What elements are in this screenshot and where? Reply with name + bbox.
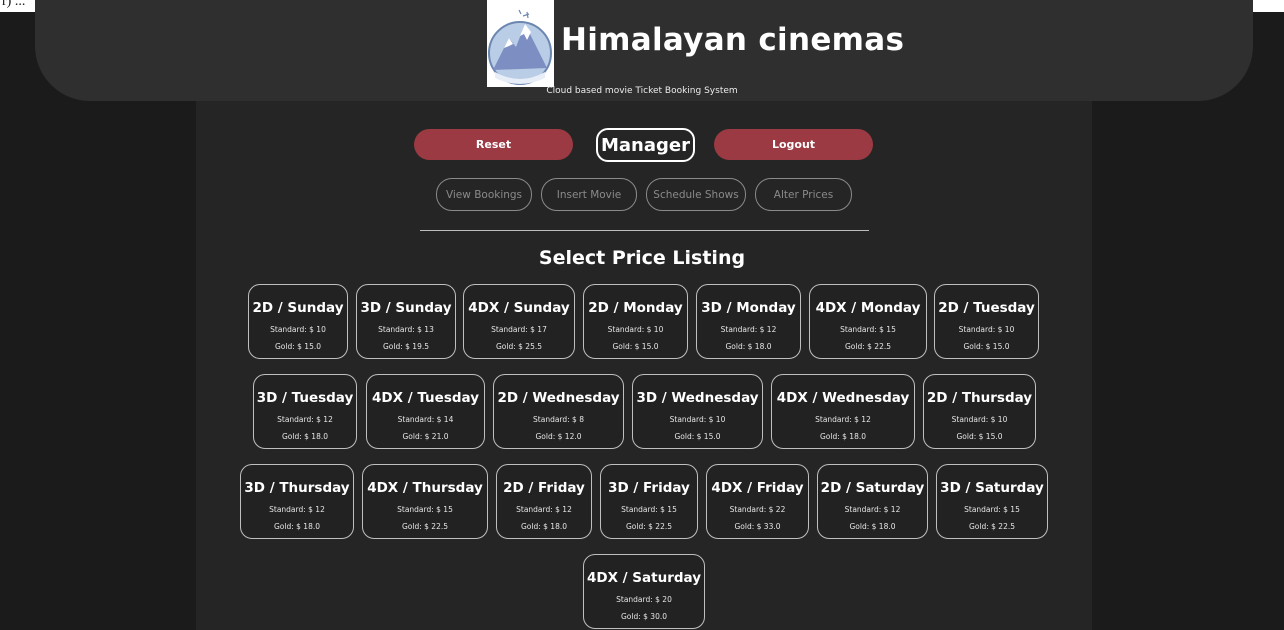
price-card-standard: Standard: $ 10 xyxy=(951,415,1008,424)
price-card-gold: Gold: $ 21.0 xyxy=(402,432,449,441)
price-card[interactable]: 4DX / Tuesday Standard: $ 14 Gold: $ 21.… xyxy=(366,374,485,449)
price-card-gold: Gold: $ 15.0 xyxy=(956,432,1003,441)
price-card-gold: Gold: $ 30.0 xyxy=(620,612,667,621)
price-card-title: 2D / Wednesday xyxy=(497,390,620,406)
price-card-gold: Gold: $ 18.0 xyxy=(849,522,896,531)
price-card-gold: Gold: $ 22.5 xyxy=(401,522,448,531)
price-card-title: 4DX / Wednesday xyxy=(776,390,910,406)
logout-button[interactable]: Logout xyxy=(714,129,873,160)
price-card[interactable]: 3D / Wednesday Standard: $ 10 Gold: $ 15… xyxy=(632,374,763,449)
price-card[interactable]: 2D / Wednesday Standard: $ 8 Gold: $ 12.… xyxy=(493,374,624,449)
price-card-gold: Gold: $ 18.0 xyxy=(281,432,328,441)
price-card-gold: Gold: $ 18.0 xyxy=(273,522,320,531)
price-card-standard: Standard: $ 13 xyxy=(378,325,434,334)
price-card-gold: Gold: $ 22.5 xyxy=(625,522,672,531)
price-card[interactable]: 2D / Tuesday Standard: $ 10 Gold: $ 15.0 xyxy=(934,284,1039,359)
price-card-title: 4DX / Sunday xyxy=(468,300,570,316)
price-card[interactable]: 4DX / Saturday Standard: $ 20 Gold: $ 30… xyxy=(583,554,705,629)
price-card-title: 4DX / Saturday xyxy=(586,570,702,586)
price-card-title: 3D / Sunday xyxy=(360,300,452,316)
price-card[interactable]: 4DX / Thursday Standard: $ 15 Gold: $ 22… xyxy=(362,464,488,539)
price-card-title: 4DX / Friday xyxy=(711,480,804,496)
price-card-gold: Gold: $ 15.0 xyxy=(612,342,659,351)
price-card-standard: Standard: $ 17 xyxy=(491,325,547,334)
schedule-shows-button[interactable]: Schedule Shows xyxy=(646,178,746,211)
price-card-standard: Standard: $ 12 xyxy=(516,505,572,514)
price-card-gold: Gold: $ 22.5 xyxy=(968,522,1015,531)
price-card-gold: Gold: $ 15.0 xyxy=(274,342,321,351)
price-card-gold: Gold: $ 12.0 xyxy=(535,432,582,441)
price-card-title: 3D / Friday xyxy=(608,480,690,496)
price-card-title: 4DX / Thursday xyxy=(367,480,483,496)
price-card-standard: Standard: $ 12 xyxy=(720,325,777,334)
price-card[interactable]: 3D / Thursday Standard: $ 12 Gold: $ 18.… xyxy=(240,464,354,539)
price-card-title: 2D / Friday xyxy=(503,480,585,496)
price-card-standard: Standard: $ 10 xyxy=(270,325,326,334)
price-card-standard: Standard: $ 22 xyxy=(729,505,786,514)
price-card-gold: Gold: $ 19.5 xyxy=(382,342,429,351)
price-card[interactable]: 2D / Sunday Standard: $ 10 Gold: $ 15.0 xyxy=(248,284,348,359)
price-card-title: 2D / Sunday xyxy=(252,300,344,316)
price-card[interactable]: 4DX / Monday Standard: $ 15 Gold: $ 22.5 xyxy=(809,284,927,359)
price-card-gold: Gold: $ 15.0 xyxy=(674,432,721,441)
price-card[interactable]: 2D / Monday Standard: $ 10 Gold: $ 15.0 xyxy=(583,284,688,359)
price-card-standard: Standard: $ 10 xyxy=(607,325,664,334)
price-card-standard: Standard: $ 15 xyxy=(840,325,896,334)
price-card-gold: Gold: $ 33.0 xyxy=(734,522,781,531)
alter-prices-button[interactable]: Alter Prices xyxy=(755,178,852,211)
price-card[interactable]: 2D / Thursday Standard: $ 10 Gold: $ 15.… xyxy=(923,374,1036,449)
price-card-title: 2D / Monday xyxy=(588,300,683,316)
price-card-title: 3D / Wednesday xyxy=(636,390,759,406)
price-card-standard: Standard: $ 15 xyxy=(397,505,453,514)
price-card[interactable]: 4DX / Friday Standard: $ 22 Gold: $ 33.0 xyxy=(706,464,809,539)
price-card[interactable]: 3D / Friday Standard: $ 15 Gold: $ 22.5 xyxy=(600,464,698,539)
tagline: Cloud based movie Ticket Booking System xyxy=(546,86,738,96)
insert-movie-button[interactable]: Insert Movie xyxy=(541,178,637,211)
price-card[interactable]: 3D / Tuesday Standard: $ 12 Gold: $ 18.0 xyxy=(253,374,357,449)
price-card-title: 2D / Thursday xyxy=(926,390,1033,406)
price-card-title: 3D / Saturday xyxy=(940,480,1044,496)
price-card-standard: Standard: $ 10 xyxy=(669,415,726,424)
price-card-standard: Standard: $ 15 xyxy=(621,505,677,514)
section-title: Select Price Listing xyxy=(538,247,746,269)
view-bookings-button[interactable]: View Bookings xyxy=(436,178,532,211)
price-card-title: 4DX / Tuesday xyxy=(371,390,480,406)
brand-title: Himalayan cinemas xyxy=(561,22,905,58)
price-card[interactable]: 2D / Friday Standard: $ 12 Gold: $ 18.0 xyxy=(496,464,592,539)
price-card[interactable]: 4DX / Sunday Standard: $ 17 Gold: $ 25.5 xyxy=(463,284,575,359)
mountain-logo-icon xyxy=(487,0,554,87)
price-card-title: 2D / Saturday xyxy=(820,480,925,496)
section-divider xyxy=(420,230,869,231)
price-card-gold: Gold: $ 18.0 xyxy=(725,342,772,351)
price-card-standard: Standard: $ 20 xyxy=(616,595,672,604)
price-card-standard: Standard: $ 14 xyxy=(397,415,454,424)
price-card-standard: Standard: $ 10 xyxy=(958,325,1015,334)
price-card-gold: Gold: $ 15.0 xyxy=(963,342,1010,351)
price-card-gold: Gold: $ 25.5 xyxy=(495,342,542,351)
reset-button[interactable]: Reset xyxy=(414,129,573,160)
price-card[interactable]: 3D / Monday Standard: $ 12 Gold: $ 18.0 xyxy=(696,284,801,359)
price-card-title: 3D / Monday xyxy=(701,300,796,316)
price-card-standard: Standard: $ 8 xyxy=(533,415,584,424)
price-card[interactable]: 3D / Sunday Standard: $ 13 Gold: $ 19.5 xyxy=(356,284,456,359)
top-fragment-text: r) ... xyxy=(2,0,26,9)
price-card-standard: Standard: $ 12 xyxy=(269,505,325,514)
price-card-title: 3D / Tuesday xyxy=(256,390,354,406)
price-card[interactable]: 2D / Saturday Standard: $ 12 Gold: $ 18.… xyxy=(817,464,928,539)
price-card-title: 3D / Thursday xyxy=(244,480,350,496)
price-card-standard: Standard: $ 12 xyxy=(277,415,333,424)
price-card-gold: Gold: $ 18.0 xyxy=(819,432,866,441)
price-card[interactable]: 4DX / Wednesday Standard: $ 12 Gold: $ 1… xyxy=(771,374,915,449)
price-card-gold: Gold: $ 22.5 xyxy=(844,342,891,351)
price-card-title: 2D / Tuesday xyxy=(938,300,1035,316)
price-card-gold: Gold: $ 18.0 xyxy=(520,522,567,531)
price-card-standard: Standard: $ 15 xyxy=(964,505,1020,514)
price-card-standard: Standard: $ 12 xyxy=(815,415,871,424)
price-card-title: 4DX / Monday xyxy=(815,300,921,316)
role-badge: Manager xyxy=(596,128,695,162)
price-card[interactable]: 3D / Saturday Standard: $ 15 Gold: $ 22.… xyxy=(936,464,1048,539)
price-card-standard: Standard: $ 12 xyxy=(844,505,901,514)
